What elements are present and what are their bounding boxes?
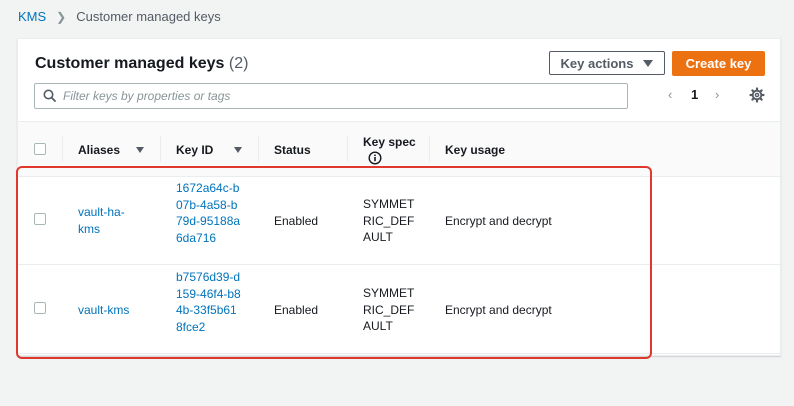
breadcrumb: KMS ❯ Customer managed keys [18,9,221,24]
alias-link[interactable]: vault-kms [78,302,138,319]
info-icon[interactable] [368,151,382,165]
key-actions-label: Key actions [560,55,634,71]
panel-title: Customer managed keys (2) [35,55,248,73]
create-key-button[interactable]: Create key [672,51,765,76]
panel-title-text: Customer managed keys [35,55,225,72]
page-number[interactable]: 1 [691,87,698,102]
column-header-key-spec[interactable]: Key spec [363,135,416,149]
keys-panel: Customer managed keys (2) Key actions Cr… [17,38,781,356]
column-divider [160,136,161,162]
filter-keys-input[interactable] [61,86,615,106]
column-divider [347,136,348,162]
key-usage-value: Encrypt and decrypt [445,303,552,317]
column-header-key-id[interactable]: Key ID [176,143,213,157]
select-all-checkbox[interactable] [34,143,46,155]
chevron-right-icon: ❯ [56,9,67,24]
table-header: Aliases Key ID Status Key spec Key usage [18,121,780,177]
column-header-aliases[interactable]: Aliases [78,143,120,157]
caret-down-icon [643,59,654,67]
table-row[interactable]: vault-kms b7576d39-d159-46f4-b84b-33f5b6… [18,265,780,354]
breadcrumb-current: Customer managed keys [76,9,221,24]
status-value: Enabled [274,214,319,228]
pagination: ‹ 1 › [664,87,754,105]
breadcrumb-kms-link[interactable]: KMS [18,9,46,24]
row-checkbox[interactable] [34,302,46,314]
column-divider [258,136,259,162]
previous-page-button[interactable]: ‹ [668,87,672,102]
column-divider [62,136,63,162]
alias-link[interactable]: vault-ha-kms [78,204,138,237]
key-actions-button[interactable]: Key actions [549,51,665,75]
row-checkbox[interactable] [34,213,46,225]
filter-search-box[interactable] [34,83,628,109]
search-icon [43,89,56,102]
key-id-link[interactable]: 1672a64c-b07b-4a58-b79d-95188a6da716 [176,180,242,246]
status-value: Enabled [274,303,319,317]
table-row[interactable]: vault-ha-kms 1672a64c-b07b-4a58-b79d-951… [18,176,780,265]
sort-caret-icon[interactable] [136,147,144,153]
key-id-link[interactable]: b7576d39-d159-46f4-b84b-33f5b618fce2 [176,269,242,335]
gear-icon[interactable] [749,87,765,103]
key-spec-value: SYMMETRIC_DEFAULT [363,286,415,333]
next-page-button[interactable]: › [715,87,719,102]
key-usage-value: Encrypt and decrypt [445,214,552,228]
key-spec-value: SYMMETRIC_DEFAULT [363,197,415,244]
sort-caret-icon[interactable] [234,147,242,153]
column-header-key-usage[interactable]: Key usage [445,143,505,157]
column-header-status[interactable]: Status [274,143,311,157]
column-divider [429,136,430,162]
key-count: (2) [228,55,249,72]
